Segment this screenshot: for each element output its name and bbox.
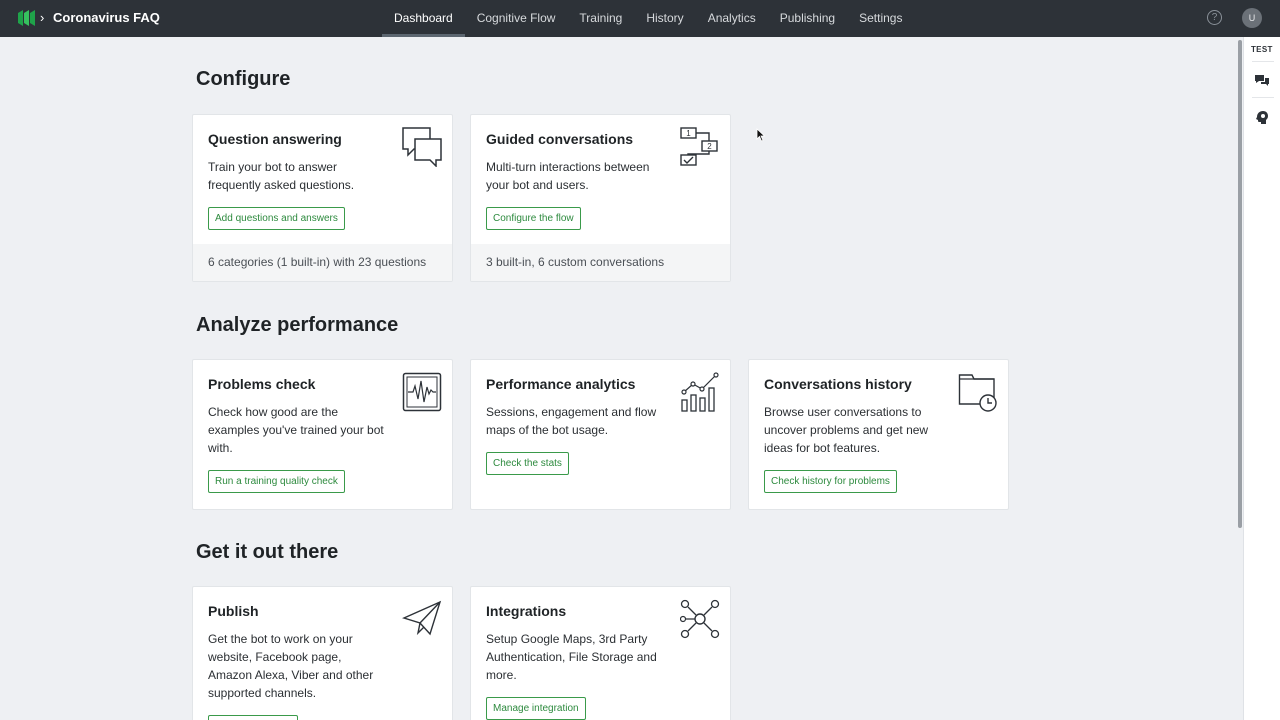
card-title: Conversations history: [764, 376, 912, 392]
divider: [1252, 61, 1274, 62]
card-title: Publish: [208, 603, 259, 619]
section-title-analyze: Analyze performance: [196, 314, 399, 336]
publish-button[interactable]: [208, 715, 298, 720]
card-title: Problems check: [208, 376, 316, 392]
card-description: Multi-turn interactions between your bot…: [486, 160, 650, 192]
run-quality-check-button[interactable]: Run a training quality check: [208, 470, 345, 493]
card-description: Browse user conversations to uncover pro…: [764, 405, 929, 455]
card-description: Get the bot to work on your website, Fac…: [208, 632, 374, 700]
avatar[interactable]: U: [1242, 8, 1262, 28]
card-footer: 3 built-in, 6 custom conversations: [471, 244, 730, 281]
tab-settings[interactable]: Settings: [847, 0, 914, 37]
check-stats-button[interactable]: Check the stats: [486, 452, 569, 475]
card-title: Guided conversations: [486, 131, 634, 147]
card-publish: Publish Get the bot to work on your webs…: [192, 586, 453, 720]
paper-plane-icon: [402, 600, 442, 636]
heartbeat-monitor-icon: [402, 372, 442, 412]
brain-icon[interactable]: [1254, 110, 1270, 126]
chat-bubbles-icon: [402, 127, 442, 167]
flowchart-step-1: 1: [686, 129, 691, 138]
folder-clock-icon: [958, 374, 997, 412]
tab-analytics[interactable]: Analytics: [696, 0, 768, 37]
check-history-button[interactable]: Check history for problems: [764, 470, 897, 493]
add-questions-button[interactable]: Add questions and answers: [208, 207, 345, 230]
help-icon[interactable]: ?: [1207, 10, 1222, 25]
bar-chart-icon: [681, 372, 719, 412]
app-logo-icon[interactable]: [16, 9, 36, 27]
chat-bubbles-icon[interactable]: [1254, 73, 1270, 89]
top-bar: › Coronavirus FAQ Dashboard Cognitive Fl…: [0, 0, 1280, 37]
card-guided-conversations: Guided conversations 1 2 Multi-turn inte…: [470, 114, 731, 282]
card-title: Performance analytics: [486, 376, 636, 392]
configure-flow-button[interactable]: Configure the flow: [486, 207, 581, 230]
card-description: Sessions, engagement and flow maps of th…: [486, 405, 657, 437]
card-description: Setup Google Maps, 3rd Party Authenticat…: [486, 632, 657, 682]
tab-publishing[interactable]: Publishing: [768, 0, 847, 37]
test-label[interactable]: TEST: [1251, 45, 1273, 54]
card-conversations-history: Conversations history Browse user conver…: [748, 359, 1009, 510]
card-description: Check how good are the examples you've t…: [208, 405, 384, 455]
tab-dashboard[interactable]: Dashboard: [382, 0, 465, 37]
manage-integration-button[interactable]: Manage integration: [486, 697, 586, 720]
tab-history[interactable]: History: [634, 0, 695, 37]
tab-cognitive-flow[interactable]: Cognitive Flow: [465, 0, 568, 37]
flowchart-icon: 1 2: [680, 127, 718, 166]
tab-training[interactable]: Training: [567, 0, 634, 37]
card-question-answering: Question answering Train your bot to ans…: [192, 114, 453, 282]
card-performance-analytics: Performance analytics Sessions, engageme…: [470, 359, 731, 510]
app-title[interactable]: Coronavirus FAQ: [53, 10, 160, 25]
mouse-cursor-icon: [756, 128, 766, 142]
card-title: Question answering: [208, 131, 342, 147]
main-nav: Dashboard Cognitive Flow Training Histor…: [382, 0, 914, 37]
card-footer: 6 categories (1 built-in) with 23 questi…: [193, 244, 452, 281]
section-title-get-out: Get it out there: [196, 541, 339, 563]
card-description: Train your bot to answer frequently aske…: [208, 160, 355, 192]
page-scrollbar[interactable]: [1238, 40, 1242, 528]
network-nodes-icon: [680, 599, 720, 639]
breadcrumb-chevron-icon: ›: [40, 10, 45, 25]
card-title: Integrations: [486, 603, 567, 619]
divider: [1252, 97, 1274, 98]
card-integrations: Integrations Setup Google Maps, 3rd Part…: [470, 586, 731, 720]
section-title-configure: Configure: [196, 68, 291, 90]
flowchart-step-2: 2: [707, 142, 712, 151]
card-problems-check: Problems check Check how good are the ex…: [192, 359, 453, 510]
test-panel: TEST: [1243, 37, 1280, 720]
